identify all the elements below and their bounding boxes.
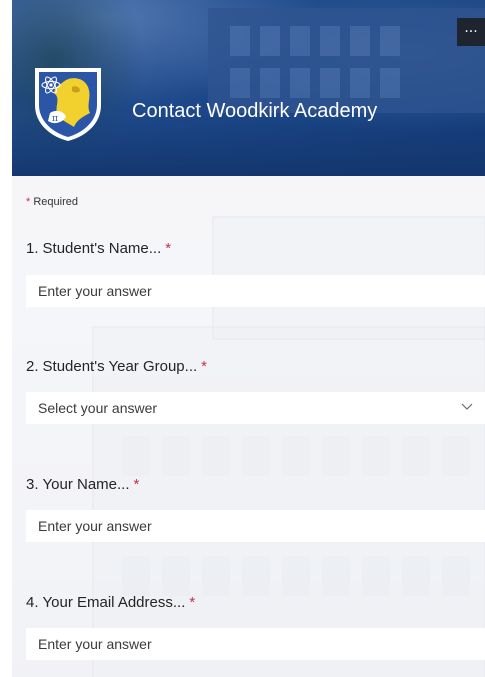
question-4-text: Your Email Address... <box>42 594 186 611</box>
question-4-number: 4. <box>26 594 39 611</box>
question-3-required-marker: * <box>133 476 140 493</box>
question-1-text: Student's Name... <box>42 240 162 257</box>
your-name-input[interactable] <box>26 510 485 542</box>
form-title: Contact Woodkirk Academy <box>132 100 378 122</box>
question-2-text: Student's Year Group... <box>42 358 198 375</box>
question-4-required-marker: * <box>189 594 196 611</box>
more-options-button[interactable]: ··· <box>457 18 485 46</box>
svg-text:π: π <box>52 114 58 124</box>
required-note: * Required <box>26 196 78 208</box>
required-asterisk: * <box>26 196 31 208</box>
question-2-label: 2. Student's Year Group... * <box>26 358 207 375</box>
form-page: π Contact Woodkirk Academy ··· * Require… <box>0 0 485 677</box>
question-2-required-marker: * <box>201 358 207 375</box>
question-3-label: 3. Your Name... * <box>26 476 139 493</box>
question-1-number: 1. <box>26 240 39 257</box>
left-edge <box>0 0 12 677</box>
required-label: Required <box>33 196 78 208</box>
question-3-text: Your Name... <box>42 476 130 493</box>
email-address-input[interactable] <box>26 628 485 660</box>
question-1-required-marker: * <box>165 240 172 257</box>
question-4-label: 4. Your Email Address... * <box>26 594 195 611</box>
more-options-icon: ··· <box>464 24 478 40</box>
year-group-select[interactable]: Select your answer <box>26 392 485 424</box>
question-2-number: 2. <box>26 358 39 375</box>
question-3-number: 3. <box>26 476 39 493</box>
school-crest-icon: π <box>35 68 101 141</box>
student-name-input[interactable] <box>26 275 485 307</box>
form-header-banner: π Contact Woodkirk Academy ··· <box>12 0 485 176</box>
year-group-select-placeholder: Select your answer <box>38 400 158 416</box>
question-1-label: 1. Student's Name... * <box>26 240 171 257</box>
chevron-down-icon <box>461 403 473 410</box>
